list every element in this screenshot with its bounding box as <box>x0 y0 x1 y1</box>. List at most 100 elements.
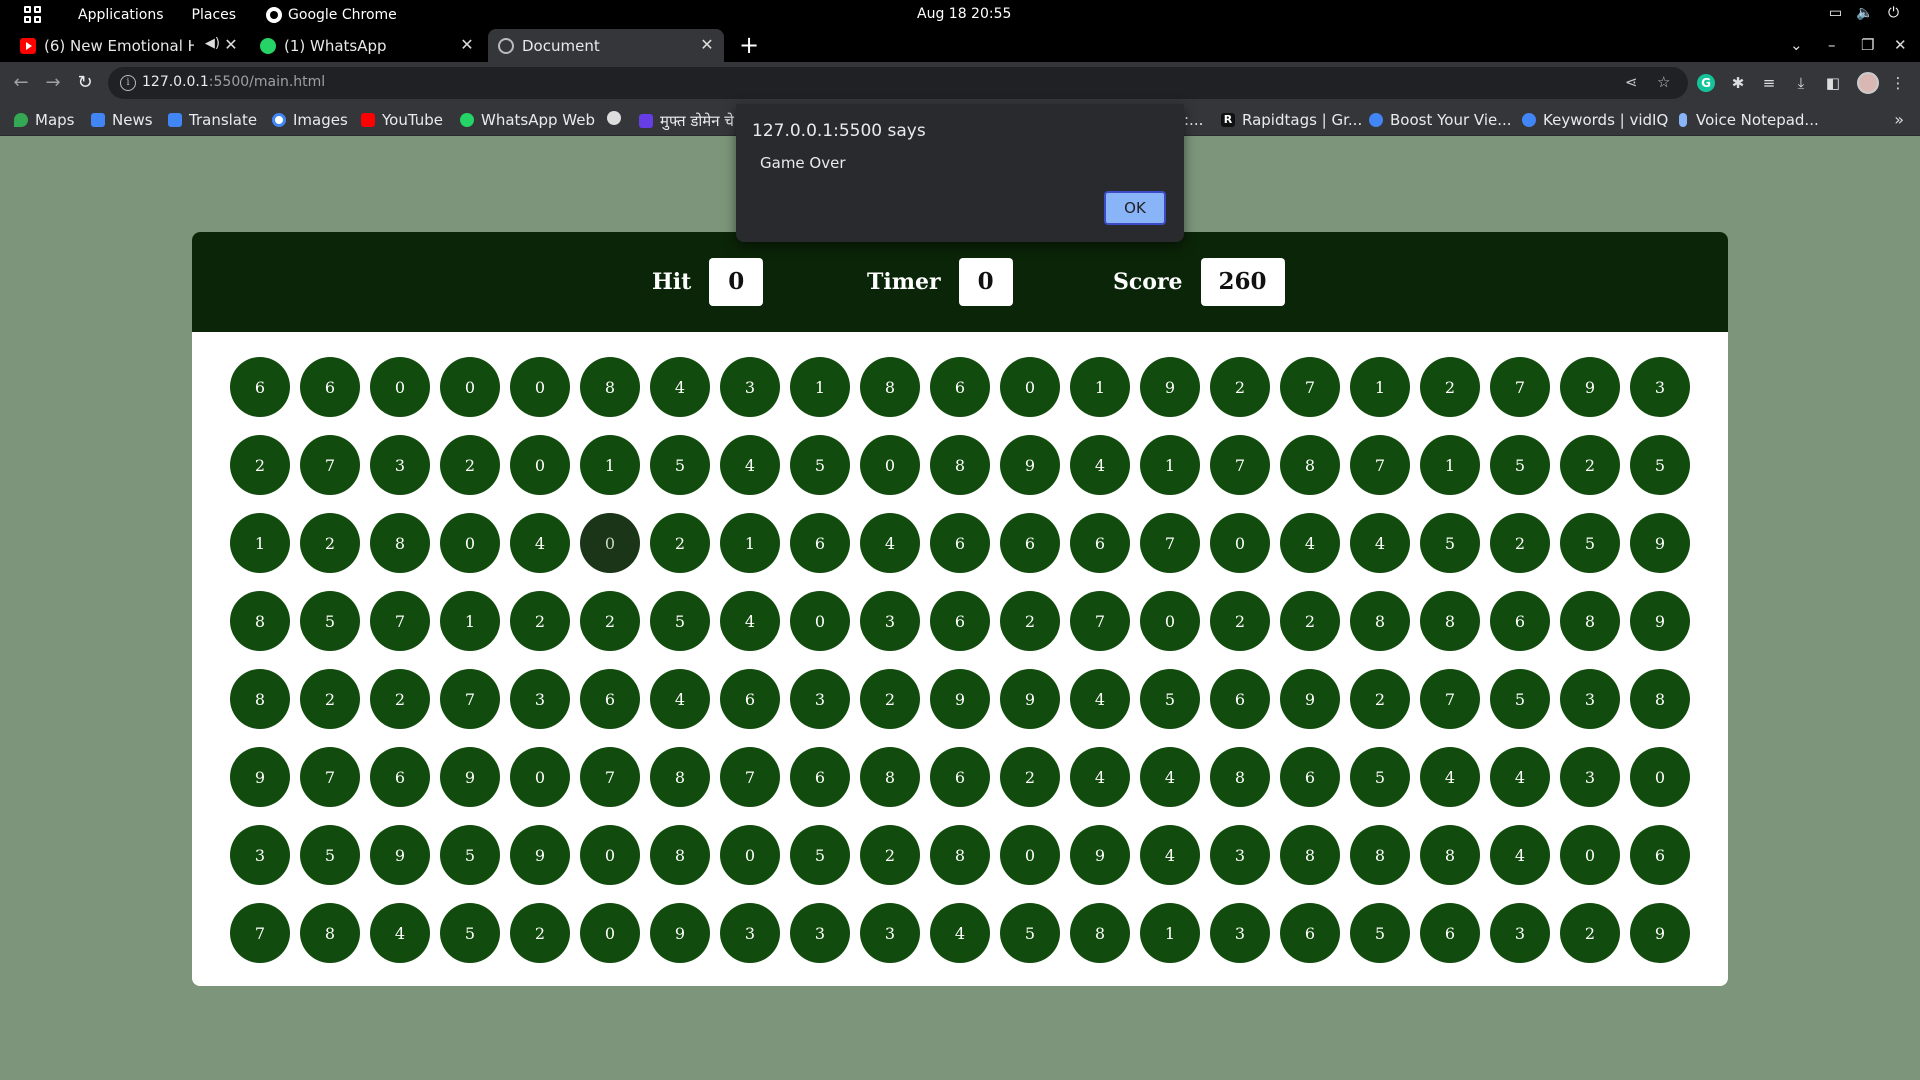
back-icon[interactable]: ← <box>10 72 32 93</box>
bookmark-voice-notepad[interactable]: Voice Notepad... <box>1676 111 1819 129</box>
tab-youtube[interactable]: (6) New Emotional He ◀) ✕ <box>12 29 248 62</box>
bubble[interactable]: 0 <box>1000 825 1060 885</box>
close-tab-icon[interactable]: ✕ <box>222 36 240 54</box>
bookmark-partial[interactable]: :... <box>1184 111 1203 129</box>
bubble[interactable]: 0 <box>1210 513 1270 573</box>
bubble[interactable]: 1 <box>1140 903 1200 963</box>
bubble[interactable]: 9 <box>1070 825 1130 885</box>
bubble[interactable]: 6 <box>1210 669 1270 729</box>
bubble[interactable]: 2 <box>370 669 430 729</box>
bubble[interactable]: 9 <box>1630 513 1690 573</box>
bubble[interactable]: 4 <box>930 903 990 963</box>
bubble[interactable]: 8 <box>860 357 920 417</box>
bubble[interactable]: 8 <box>1350 591 1410 651</box>
bubble[interactable]: 3 <box>790 903 850 963</box>
bubble[interactable]: 1 <box>1070 357 1130 417</box>
bubble[interactable]: 1 <box>1420 435 1480 495</box>
bubble[interactable]: 9 <box>1000 669 1060 729</box>
bubble[interactable]: 4 <box>1490 747 1550 807</box>
bubble[interactable]: 2 <box>1560 435 1620 495</box>
bubble[interactable]: 2 <box>510 591 570 651</box>
bubble[interactable]: 2 <box>1490 513 1550 573</box>
bubble[interactable]: 0 <box>1560 825 1620 885</box>
bubble[interactable]: 6 <box>230 357 290 417</box>
bubble[interactable]: 1 <box>1350 357 1410 417</box>
bubble[interactable]: 9 <box>1000 435 1060 495</box>
speaker-icon[interactable]: ◀) <box>205 36 220 51</box>
bubble[interactable]: 4 <box>720 435 780 495</box>
bubble[interactable]: 6 <box>1000 513 1060 573</box>
share-icon[interactable]: ⋖ <box>1625 73 1638 91</box>
bubble[interactable]: 2 <box>1560 903 1620 963</box>
bubble[interactable]: 7 <box>1210 435 1270 495</box>
bubble[interactable]: 5 <box>440 825 500 885</box>
bubble[interactable]: 6 <box>790 513 850 573</box>
clock[interactable]: Aug 18 20:55 <box>917 6 1011 22</box>
bubble[interactable]: 6 <box>790 747 850 807</box>
bubble[interactable]: 2 <box>1000 591 1060 651</box>
bubble[interactable]: 6 <box>720 669 780 729</box>
bubble[interactable]: 1 <box>440 591 500 651</box>
bubble[interactable]: 9 <box>370 825 430 885</box>
site-info-icon[interactable]: i <box>120 75 136 91</box>
bubble[interactable]: 4 <box>650 669 710 729</box>
bubble[interactable]: 5 <box>650 435 710 495</box>
bubble[interactable]: 8 <box>230 591 290 651</box>
bubble[interactable]: 3 <box>510 669 570 729</box>
bubble[interactable]: 2 <box>650 513 710 573</box>
bubble[interactable]: 8 <box>300 903 360 963</box>
bubble[interactable]: 2 <box>1280 591 1340 651</box>
bubble[interactable]: 5 <box>1560 513 1620 573</box>
bubble[interactable]: 1 <box>230 513 290 573</box>
bookmark-chrome[interactable] <box>607 111 628 125</box>
bubble[interactable]: 4 <box>1350 513 1410 573</box>
bubble[interactable]: 2 <box>860 825 920 885</box>
bubble[interactable]: 5 <box>650 591 710 651</box>
bubble[interactable]: 4 <box>370 903 430 963</box>
bubble[interactable]: 7 <box>1280 357 1340 417</box>
new-tab-button[interactable]: + <box>739 32 759 58</box>
bubble[interactable]: 8 <box>1070 903 1130 963</box>
tab-search-icon[interactable]: ⌄ <box>1790 36 1803 54</box>
reload-icon[interactable]: ↻ <box>74 72 96 93</box>
bookmark-tubebuddy[interactable]: Boost Your Vie... <box>1369 111 1512 129</box>
bubble[interactable]: 8 <box>1280 435 1340 495</box>
bubble[interactable]: 2 <box>510 903 570 963</box>
bubble[interactable]: 2 <box>580 591 640 651</box>
power-icon[interactable]: ⏻ <box>1885 5 1902 22</box>
side-panel-icon[interactable]: ◧ <box>1824 74 1842 92</box>
bookmark-maps[interactable]: Maps <box>14 111 74 129</box>
close-window-icon[interactable]: ✕ <box>1894 36 1907 54</box>
bubble[interactable]: 5 <box>300 825 360 885</box>
bubble[interactable]: 0 <box>370 357 430 417</box>
download-icon[interactable]: ⤓ <box>1792 74 1810 92</box>
bubble[interactable]: 6 <box>580 669 640 729</box>
bubble[interactable]: 8 <box>1560 591 1620 651</box>
bubble[interactable]: 0 <box>580 825 640 885</box>
bubble[interactable]: 8 <box>1630 669 1690 729</box>
bubble[interactable]: 2 <box>230 435 290 495</box>
bubble[interactable]: 4 <box>1070 747 1130 807</box>
bubble[interactable]: 3 <box>1210 903 1270 963</box>
tab-document[interactable]: Document ✕ <box>488 29 724 62</box>
bubble[interactable]: 1 <box>1140 435 1200 495</box>
bubble[interactable]: 5 <box>1420 513 1480 573</box>
bubble[interactable]: 0 <box>510 357 570 417</box>
bubble[interactable]: 6 <box>930 513 990 573</box>
url-text[interactable]: 127.0.0.1:5500/main.html <box>142 74 325 90</box>
bubble[interactable]: 0 <box>860 435 920 495</box>
bubble[interactable]: 6 <box>370 747 430 807</box>
bubble[interactable]: 0 <box>510 747 570 807</box>
bubble[interactable]: 9 <box>930 669 990 729</box>
bubble[interactable]: 2 <box>1210 357 1270 417</box>
bubble[interactable]: 7 <box>370 591 430 651</box>
bubble[interactable]: 5 <box>1630 435 1690 495</box>
bubble[interactable]: 5 <box>440 903 500 963</box>
bubble[interactable]: 3 <box>860 591 920 651</box>
bubble[interactable]: 2 <box>1000 747 1060 807</box>
bubble[interactable]: 3 <box>1630 357 1690 417</box>
bubble[interactable]: 3 <box>720 357 780 417</box>
apps-grid-icon[interactable] <box>24 6 41 23</box>
bubble[interactable]: 0 <box>580 513 640 573</box>
bubble[interactable]: 9 <box>1280 669 1340 729</box>
